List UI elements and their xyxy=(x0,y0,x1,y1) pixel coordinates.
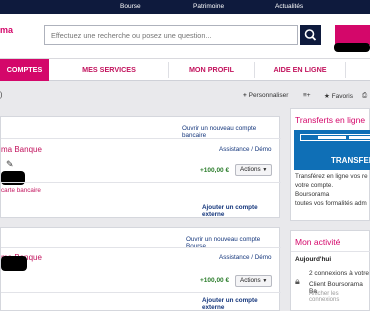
actions-dropdown[interactable]: Actions ▼ xyxy=(235,164,272,176)
redacted-account xyxy=(1,256,27,271)
account-panel-bourse: Ouvrir un nouveau compte Bourse ma Banqu… xyxy=(0,227,281,311)
account-balance: +100,00 € xyxy=(200,277,230,284)
transfers-title: Transferts en ligne xyxy=(295,115,366,125)
nav-divider xyxy=(345,62,346,78)
activity-line-1: 2 connexions à votre xyxy=(309,270,369,277)
divider xyxy=(1,182,281,183)
caret-down-icon: ▼ xyxy=(262,167,268,173)
activity-today: Aujourd'hui xyxy=(295,256,332,263)
header: ma xyxy=(0,14,370,59)
divider xyxy=(1,247,281,248)
actions-label: Actions xyxy=(240,277,261,284)
bank-title: ma Banque xyxy=(1,145,42,154)
print-icon[interactable]: ⎙ xyxy=(362,92,367,100)
account-panel-bank: Ouvrir un nouveau compte bancaire ma Ban… xyxy=(0,116,281,218)
assistance-demo-link[interactable]: Assistance / Démo xyxy=(219,146,272,153)
nav-mes-services[interactable]: MES SERVICES xyxy=(50,59,168,81)
collapse-icon[interactable]: ) xyxy=(0,92,2,99)
transfers-body-line: toutes vos formalités adm xyxy=(295,200,367,207)
account-balance: +100,00 € xyxy=(200,167,230,174)
favorites-button[interactable]: ★ Favoris xyxy=(324,92,353,100)
main-nav: COMPTES MES SERVICES MON PROFIL AIDE EN … xyxy=(0,59,370,81)
activity-panel: Mon activité Aujourd'hui 🔒︎ 2 connexions… xyxy=(290,230,370,311)
banner-bar xyxy=(349,136,370,139)
topbar-link-patrimoine[interactable]: Patrimoine xyxy=(193,3,224,10)
search-icon xyxy=(304,29,317,41)
search-box xyxy=(44,25,298,45)
top-bar: Bourse Patrimoine Actualités xyxy=(0,0,370,14)
logo[interactable]: ma xyxy=(0,25,13,35)
toolbar: ) + Personnaliser ≡+ ★ Favoris ⎙ xyxy=(0,88,370,106)
divider xyxy=(1,138,281,139)
redacted-user xyxy=(334,43,370,52)
search-input[interactable] xyxy=(45,26,297,44)
transfers-panel: Transferts en ligne TRANSFER Transférez … xyxy=(290,108,370,221)
nav-mon-profil[interactable]: MON PROFIL xyxy=(169,59,254,81)
caret-down-icon: ▼ xyxy=(262,278,268,284)
favorites-label: Favoris xyxy=(331,93,353,100)
add-external-account-link[interactable]: Ajouter un compte externe xyxy=(202,297,279,311)
plus-icon: + xyxy=(243,92,247,99)
topbar-link-actualites[interactable]: Actualités xyxy=(275,3,303,10)
show-connections-link[interactable]: Afficher les connexions xyxy=(309,291,369,303)
account-button[interactable] xyxy=(335,25,370,45)
open-bank-account-link[interactable]: Ouvrir un nouveau compte bancaire xyxy=(182,125,279,139)
divider xyxy=(1,292,281,293)
transfers-banner[interactable]: TRANSFER xyxy=(294,130,370,170)
search-button[interactable] xyxy=(300,25,321,45)
list-view-icon[interactable]: ≡+ xyxy=(303,92,311,99)
divider xyxy=(291,251,370,252)
actions-label: Actions xyxy=(240,166,261,173)
add-external-account-link[interactable]: Ajouter un compte externe xyxy=(202,204,279,218)
topbar-link-bourse[interactable]: Bourse xyxy=(120,3,141,10)
activity-title: Mon activité xyxy=(295,237,341,247)
transfers-body-line: votre compte. Boursorama xyxy=(295,182,334,198)
transfers-body-line: Transférez en ligne vos re xyxy=(295,173,368,180)
personalize-button[interactable]: + Personnaliser xyxy=(243,92,288,99)
nav-aide-en-ligne[interactable]: AIDE EN LIGNE xyxy=(255,59,345,81)
assistance-demo-link[interactable]: Assistance / Démo xyxy=(219,254,272,261)
lock-icon: 🔒︎ xyxy=(295,276,300,286)
personalize-label: Personnaliser xyxy=(248,92,289,99)
banner-bar xyxy=(318,136,346,139)
actions-dropdown[interactable]: Actions ▼ xyxy=(235,275,272,287)
edit-pencil-icon[interactable]: ✎ xyxy=(6,159,14,170)
star-icon: ★ xyxy=(324,93,330,100)
nav-comptes[interactable]: COMPTES xyxy=(0,59,49,81)
banner-text: TRANSFER xyxy=(331,156,370,165)
transfers-body: Transférez en ligne vos re votre compte.… xyxy=(295,172,369,208)
bank-card-link[interactable]: carte bancaire xyxy=(1,187,41,194)
